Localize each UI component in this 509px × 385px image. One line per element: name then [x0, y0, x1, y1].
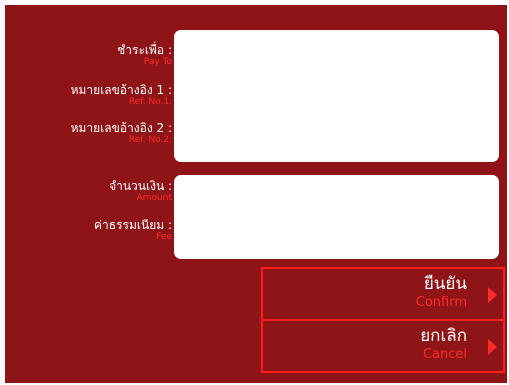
fee-label-th: ค่าธรรมเนียม :: [94, 218, 172, 232]
cancel-button[interactable]: ยกเลิก Cancel: [261, 319, 505, 373]
ref2-label-th: หมายเลขอ้างอิง 2 :: [70, 121, 172, 135]
confirm-button[interactable]: ยืนยัน Confirm: [261, 267, 505, 321]
cancel-label-th: ยกเลิก: [420, 326, 467, 346]
confirm-label-th: ยืนยัน: [423, 274, 467, 294]
amount-label-en: Amount: [136, 193, 172, 203]
pay-to-label: ชำระเพื่อ : Pay To: [117, 43, 172, 68]
triangle-right-icon: [488, 287, 497, 303]
pay-to-label-th: ชำระเพื่อ :: [117, 43, 172, 57]
payment-details-panel: [174, 30, 499, 162]
fee-label: ค่าธรรมเนียม : Fee: [94, 218, 172, 243]
pay-to-label-en: Pay To: [143, 57, 172, 67]
ref2-label: หมายเลขอ้างอิง 2 : Ref. No.2.: [71, 121, 172, 146]
payment-confirm-screen: ชำระเพื่อ : Pay To หมายเลขอ้างอิง 1 : Re…: [5, 5, 507, 383]
cancel-label-en: Cancel: [422, 347, 467, 362]
ref2-label-en: Ref. No.2.: [128, 135, 172, 145]
fee-label-en: Fee: [156, 232, 172, 242]
amount-label: จำนวนเงิน : Amount: [109, 179, 172, 204]
triangle-right-icon: [488, 339, 497, 355]
confirm-label-en: Confirm: [415, 295, 467, 310]
ref1-label: หมายเลขอ้างอิง 1 : Ref. No.1.: [71, 83, 172, 108]
ref1-label-en: Ref. No.1.: [128, 97, 172, 107]
amount-fee-panel: [174, 175, 499, 259]
amount-label-th: จำนวนเงิน :: [109, 179, 172, 193]
ref1-label-th: หมายเลขอ้างอิง 1 :: [70, 83, 172, 97]
